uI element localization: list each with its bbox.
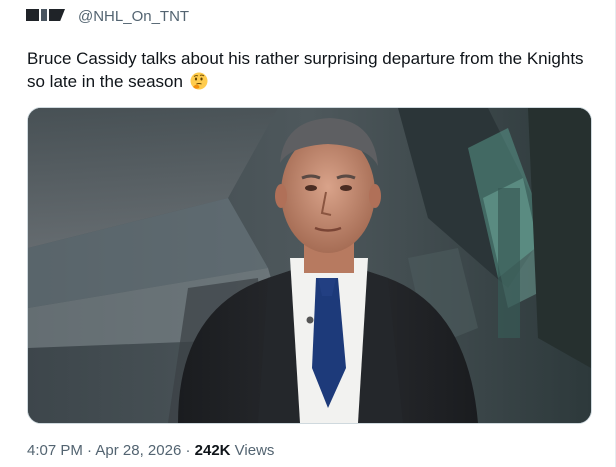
thinking-face-icon — [190, 72, 208, 90]
video-player[interactable] — [27, 107, 592, 424]
tweet-meta: 4:07 PM · Apr 28, 2026 · 242K Views — [27, 442, 274, 459]
meta-separator: · — [87, 442, 93, 459]
tweet-date[interactable]: Apr 28, 2026 — [95, 442, 181, 459]
avatar[interactable] — [26, 8, 66, 22]
tweet-time[interactable]: 4:07 PM — [27, 442, 83, 459]
tweet-text-content: Bruce Cassidy talks about his rather sur… — [27, 49, 584, 91]
author-handle[interactable]: @NHL_On_TNT — [78, 8, 189, 25]
views-count: 242K — [194, 442, 231, 459]
tweet-text: Bruce Cassidy talks about his rather sur… — [27, 47, 587, 93]
tweet-card[interactable]: @NHL_On_TNT Bruce Cassidy talks about hi… — [0, 0, 616, 467]
author-row[interactable]: @NHL_On_TNT — [26, 8, 189, 28]
views-label: Views — [234, 442, 275, 459]
meta-separator: · — [185, 442, 191, 459]
video-frame — [28, 108, 591, 423]
